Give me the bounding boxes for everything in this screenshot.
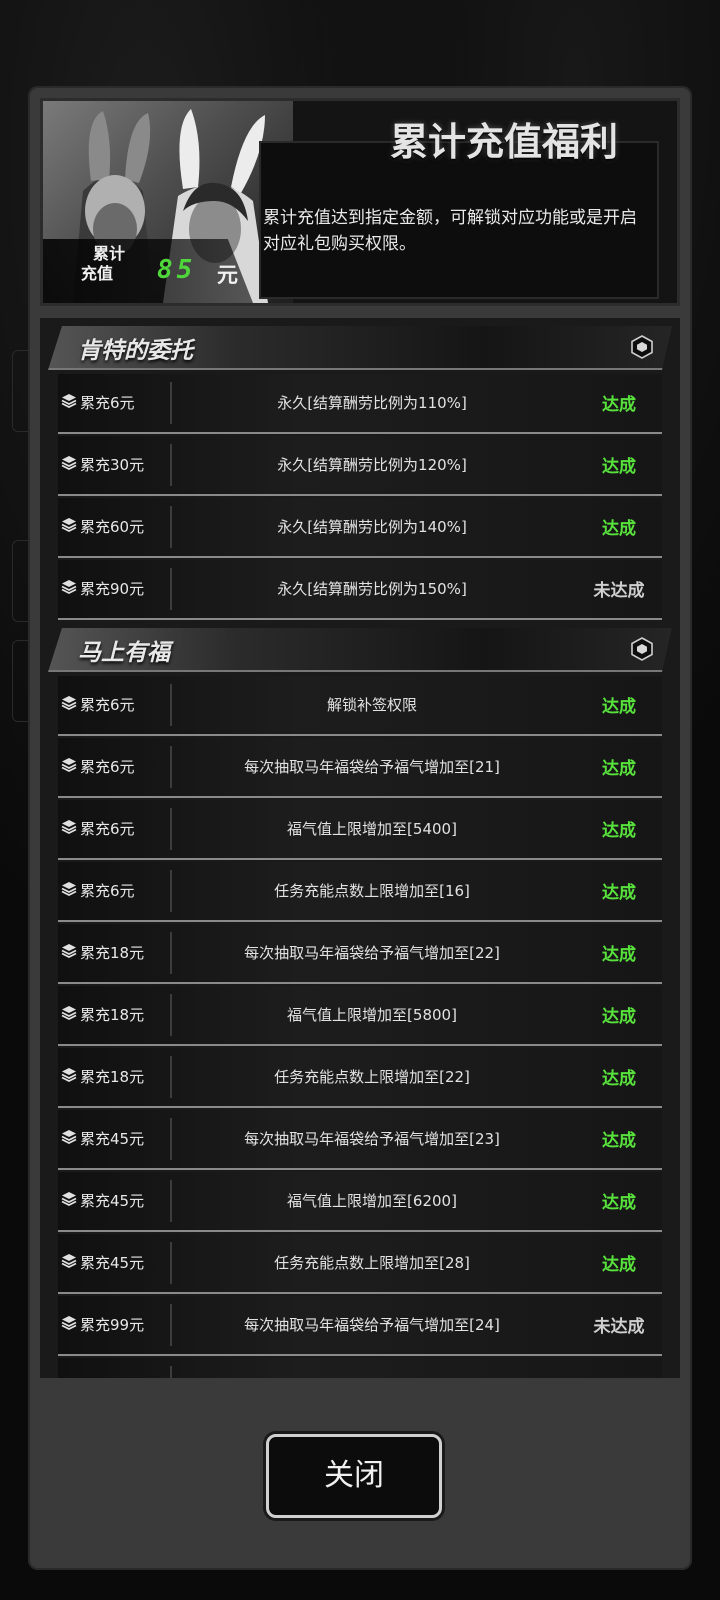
recharge-requirement: 累充18元 — [80, 1006, 145, 1024]
dialog-description: 累计充值达到指定金额，可解锁对应功能或是开启对应礼包购买权限。 — [263, 208, 637, 254]
status-badge: 达成 — [602, 821, 636, 841]
total-label-line1: 累计 — [92, 246, 125, 263]
status-badge: 达成 — [602, 1255, 636, 1275]
recharge-requirement: 累充90元 — [80, 580, 145, 598]
recharge-requirement: 累充45元 — [80, 1192, 145, 1210]
recharge-requirement: 累充6元 — [80, 820, 135, 838]
reward-description: 每次抽取马年福袋给予福气增加至[22] — [244, 944, 500, 962]
reward-description: 永久[结算酬劳比例为150%] — [277, 580, 467, 598]
status-badge: 未达成 — [593, 581, 645, 601]
total-label-line2: 充值 — [80, 266, 113, 283]
close-button[interactable]: 关闭 — [266, 1434, 442, 1518]
reward-row: 累充30元 永久[结算酬劳比例为120%] 达成 — [58, 436, 662, 496]
stack-layers-icon — [60, 1190, 78, 1208]
recharge-requirement: 累充45元 — [80, 1130, 145, 1148]
reward-row: 累充18元 任务充能点数上限增加至[22] 达成 — [58, 1048, 662, 1108]
status-badge: 达成 — [602, 759, 636, 779]
reward-description: 解锁补签权限 — [326, 696, 417, 714]
reward-row: 累充45元 任务充能点数上限增加至[28] 达成 — [58, 1234, 662, 1294]
reward-row: 累充6元 福气值上限增加至[5400] 达成 — [58, 800, 662, 860]
reward-row: 累充6元 任务充能点数上限增加至[16] 达成 — [58, 862, 662, 922]
section-header: 肯特的委托 — [48, 322, 672, 374]
dialog-title: 累计充值福利 — [389, 120, 618, 164]
reward-row: 累充99元 福气值上限增加至[6600] 未达成 — [58, 1358, 662, 1378]
reward-row: 累充18元 每次抽取马年福袋给予福气增加至[22] 达成 — [58, 924, 662, 984]
reward-row: 累充60元 永久[结算酬劳比例为140%] 达成 — [58, 498, 662, 558]
reward-row: 累充18元 福气值上限增加至[5800] 达成 — [58, 986, 662, 1046]
stack-layers-icon — [60, 1314, 78, 1332]
reward-description: 永久[结算酬劳比例为110%] — [277, 394, 467, 412]
reward-description: 每次抽取马年福袋给予福气增加至[24] — [244, 1316, 500, 1334]
stack-layers-icon — [60, 392, 78, 410]
reward-list[interactable]: 肯特的委托 累充6元 永久[结算酬劳比例为110%] 达成 累充30元 永久[结算酬劳比例… — [40, 318, 680, 1378]
stack-layers-icon — [60, 942, 78, 960]
status-badge: 达成 — [602, 883, 636, 903]
status-badge: 未达成 — [593, 1317, 645, 1337]
reward-row: 累充6元 永久[结算酬劳比例为110%] 达成 — [58, 374, 662, 434]
stack-layers-icon — [60, 1252, 78, 1270]
section-title: 肯特的委托 — [78, 338, 193, 364]
status-badge: 达成 — [602, 457, 636, 477]
status-badge: 达成 — [602, 697, 636, 717]
stack-layers-icon — [60, 1376, 78, 1378]
status-badge: 达成 — [602, 945, 636, 965]
recharge-reward-dialog: 累计 充值 85 元 累计充值福利 累计充值达到指定金额，可解锁对应功能或是开启… — [28, 86, 692, 1570]
stack-layers-icon — [60, 516, 78, 534]
stack-layers-icon — [60, 1004, 78, 1022]
recharge-requirement: 累充6元 — [80, 758, 135, 776]
reward-description: 永久[结算酬劳比例为120%] — [277, 456, 467, 474]
reward-description: 福气值上限增加至[5400] — [287, 820, 457, 838]
reward-description: 每次抽取马年福袋给予福气增加至[23] — [244, 1130, 500, 1148]
section-title: 马上有福 — [78, 640, 170, 666]
stack-layers-icon — [60, 1128, 78, 1146]
recharge-requirement: 累充30元 — [80, 456, 145, 474]
status-badge: 未达成 — [576, 1374, 662, 1378]
reward-row: 累充99元 每次抽取马年福袋给予福气增加至[24] 未达成 — [58, 1296, 662, 1356]
recharge-requirement: 累充18元 — [80, 944, 145, 962]
recharge-requirement: 累充60元 — [80, 518, 145, 536]
reward-description: 任务充能点数上限增加至[16] — [274, 882, 470, 900]
status-badge: 达成 — [602, 519, 636, 539]
stack-layers-icon — [60, 694, 78, 712]
recharge-requirement: 累充6元 — [80, 394, 135, 412]
total-recharge-label: 累计 充值 — [73, 245, 145, 285]
reward-description: 任务充能点数上限增加至[22] — [274, 1068, 470, 1086]
reward-description: 福气值上限增加至[5800] — [287, 1006, 457, 1024]
dialog-header: 累计 充值 85 元 累计充值福利 累计充值达到指定金额，可解锁对应功能或是开启… — [40, 98, 680, 306]
status-badge: 达成 — [602, 395, 636, 415]
recharge-requirement: 累充6元 — [80, 882, 135, 900]
status-badge: 达成 — [602, 1193, 636, 1213]
reward-description: 任务充能点数上限增加至[28] — [274, 1254, 470, 1272]
stack-layers-icon — [60, 880, 78, 898]
reward-row: 累充6元 解锁补签权限 达成 — [58, 676, 662, 736]
section-header: 马上有福 — [48, 624, 672, 676]
recharge-requirement: 累充99元 — [80, 1316, 145, 1334]
character-portrait: 累计 充值 85 元 — [43, 101, 293, 303]
reward-row: 累充45元 每次抽取马年福袋给予福气增加至[23] 达成 — [58, 1110, 662, 1170]
reward-row: 累充90元 永久[结算酬劳比例为150%] 未达成 — [58, 560, 662, 620]
reward-row: 累充45元 福气值上限增加至[6200] 达成 — [58, 1172, 662, 1232]
status-badge: 达成 — [602, 1069, 636, 1089]
hexagon-icon — [630, 637, 654, 661]
reward-row: 累充6元 每次抽取马年福袋给予福气增加至[21] 达成 — [58, 738, 662, 798]
recharge-requirement: 累充18元 — [80, 1068, 145, 1086]
hexagon-icon — [630, 335, 654, 359]
stack-layers-icon — [60, 756, 78, 774]
status-badge: 达成 — [602, 1131, 636, 1151]
stack-layers-icon — [60, 1066, 78, 1084]
stack-layers-icon — [60, 818, 78, 836]
total-recharge-box: 累计 充值 85 元 — [43, 239, 253, 303]
stack-layers-icon — [60, 578, 78, 596]
stack-layers-icon — [60, 454, 78, 472]
reward-description: 永久[结算酬劳比例为140%] — [277, 518, 467, 536]
recharge-requirement: 累充6元 — [80, 696, 135, 714]
status-badge: 达成 — [602, 1007, 636, 1027]
reward-description: 每次抽取马年福袋给予福气增加至[21] — [244, 758, 500, 776]
reward-description: 福气值上限增加至[6600] — [172, 1376, 572, 1378]
recharge-requirement: 累充99元 — [80, 1376, 144, 1378]
total-recharge-value: 85 — [157, 255, 197, 285]
reward-description: 福气值上限增加至[6200] — [287, 1192, 457, 1210]
recharge-requirement: 累充45元 — [80, 1254, 145, 1272]
total-recharge-unit: 元 — [217, 263, 238, 287]
